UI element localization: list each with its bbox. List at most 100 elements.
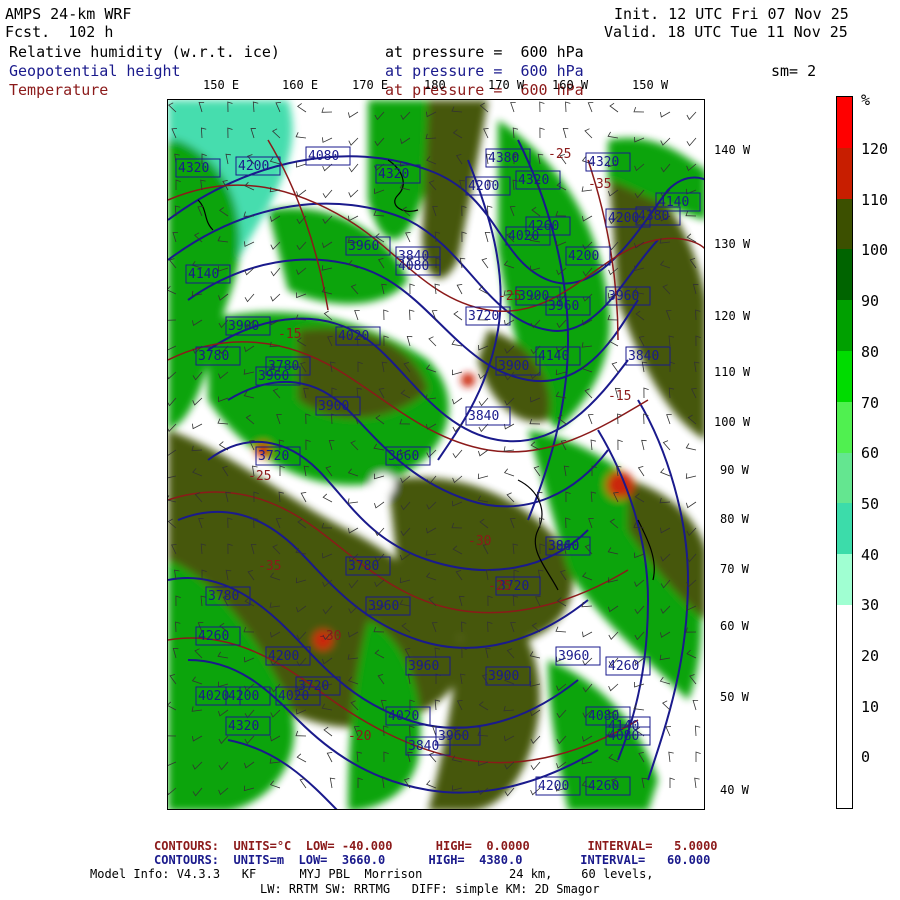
height-label: 4380 bbox=[638, 209, 669, 224]
height-label: 4200 bbox=[228, 689, 259, 704]
height-label: 3720 bbox=[258, 449, 289, 464]
height-label: 3960 bbox=[348, 239, 379, 254]
colorbar-segment bbox=[837, 706, 852, 758]
colorbar-segment bbox=[837, 147, 852, 200]
colorbar-segment bbox=[837, 350, 852, 403]
height-label: 4140 bbox=[658, 195, 689, 210]
height-label: 3900 bbox=[498, 359, 529, 374]
temperature-label: -35 bbox=[258, 559, 281, 574]
footer-height-contours: CONTOURS: UNITS=m LOW= 3660.0 HIGH= 4380… bbox=[154, 853, 711, 867]
height-label: 3960 bbox=[548, 299, 579, 314]
colorbar bbox=[836, 96, 853, 809]
height-label: 4320 bbox=[178, 161, 209, 176]
latitude-label: 120 W bbox=[714, 309, 751, 323]
longitude-label: 170 E bbox=[352, 78, 389, 92]
colorbar-tick-label: 110 bbox=[861, 190, 889, 209]
colorbar-segment bbox=[837, 401, 852, 453]
latitude-label: 80 W bbox=[720, 512, 749, 526]
longitude-label: 160 W bbox=[552, 78, 589, 92]
latitude-label: 70 W bbox=[720, 562, 749, 576]
height-label: 3840 bbox=[628, 349, 659, 364]
colorbar-segment bbox=[837, 757, 852, 809]
latitude-label: 100 W bbox=[714, 415, 751, 429]
height-label: 3720 bbox=[468, 309, 499, 324]
smoothing-label: sm= 2 bbox=[771, 62, 817, 80]
height-label: 4260 bbox=[588, 779, 619, 794]
height-label: 3960 bbox=[608, 289, 639, 304]
valid-time: Valid. 18 UTC Tue 11 Nov 25 bbox=[604, 23, 848, 41]
colorbar-segment bbox=[837, 97, 852, 149]
footer-temp-contours: CONTOURS: UNITS=°C LOW= -40.000 HIGH= 0.… bbox=[154, 839, 718, 853]
weather-map: 4320 4200 4080 4320 4200 4320 4380 4320 4200 4140… bbox=[167, 99, 705, 810]
footer-model-info: Model Info: V4.3.3 KF MYJ PBL Morrison 2… bbox=[90, 867, 654, 881]
height-label: 3960 bbox=[548, 539, 579, 554]
height-label: 4320 bbox=[228, 719, 259, 734]
height-label: 3840 bbox=[408, 739, 439, 754]
colorbar-tick-label: 40 bbox=[861, 545, 880, 564]
colorbar-tick-label: 50 bbox=[861, 494, 880, 513]
colorbar-segment bbox=[837, 604, 852, 657]
height-label: 4260 bbox=[608, 659, 639, 674]
colorbar-tick-label: 120 bbox=[861, 140, 889, 158]
field-rh-level: at pressure = 600 hPa bbox=[385, 43, 584, 61]
height-label: 4200 bbox=[568, 249, 599, 264]
field-temp-name: Temperature bbox=[9, 81, 109, 99]
height-label: 3960 bbox=[408, 659, 439, 674]
height-label: 4080 bbox=[608, 729, 639, 744]
height-label: 3960 bbox=[258, 369, 289, 384]
field-height-name: Geopotential height bbox=[9, 62, 181, 80]
colorbar-tick-label: 60 bbox=[861, 444, 880, 463]
temperature-label: -20 bbox=[348, 729, 371, 744]
latitude-label: 60 W bbox=[720, 619, 749, 633]
field-rh-name: Relative humidity (w.r.t. ice) bbox=[9, 43, 280, 61]
longitude-label: 160 E bbox=[282, 78, 319, 92]
colorbar-tick-label: 100 bbox=[861, 241, 889, 260]
height-label: 3840 bbox=[398, 249, 429, 264]
latitude-label: 50 W bbox=[720, 690, 749, 704]
temperature-label: -15 bbox=[278, 327, 301, 342]
colorbar-segment bbox=[837, 554, 852, 606]
colorbar-tick-label: 30 bbox=[861, 596, 880, 615]
height-label: 4200 bbox=[538, 779, 569, 794]
colorbar-segment bbox=[837, 198, 852, 250]
colorbar-tick-label: 10 bbox=[861, 697, 880, 716]
longitude-label: 150 W bbox=[632, 78, 669, 92]
latitude-label: 40 W bbox=[720, 783, 749, 797]
height-label: 3900 bbox=[518, 289, 549, 304]
temperature-label: -25 bbox=[488, 579, 511, 594]
longitude-label: 180 bbox=[424, 78, 446, 92]
height-label: 3900 bbox=[228, 319, 259, 334]
height-label: 4320 bbox=[518, 173, 549, 188]
longitude-label: 150 E bbox=[203, 78, 240, 92]
temperature-label: -25 bbox=[498, 289, 521, 304]
colorbar-tick-label: 90 bbox=[861, 292, 880, 311]
height-label: 3780 bbox=[198, 349, 229, 364]
height-label: 4200 bbox=[468, 179, 499, 194]
height-label: 3660 bbox=[388, 449, 419, 464]
forecast-hour: Fcst. 102 h bbox=[5, 23, 114, 41]
latitude-label: 130 W bbox=[714, 237, 751, 251]
height-label: 4140 bbox=[188, 267, 219, 282]
colorbar-unit: % bbox=[861, 91, 871, 109]
height-label: 4020 bbox=[338, 329, 369, 344]
colorbar-segment bbox=[837, 503, 852, 555]
latitude-label: 90 W bbox=[720, 463, 749, 477]
longitude-label: 170 W bbox=[488, 78, 525, 92]
init-time: Init. 12 UTC Fri 07 Nov 25 bbox=[614, 5, 849, 23]
height-label: 3840 bbox=[468, 409, 499, 424]
height-label: 4320 bbox=[378, 167, 409, 182]
colorbar-segment bbox=[837, 300, 852, 352]
colorbar-segment bbox=[837, 655, 852, 707]
height-label: 4200 bbox=[268, 649, 299, 664]
height-label: 4380 bbox=[488, 151, 519, 166]
height-label: 4020 bbox=[198, 689, 229, 704]
height-label: 4200 bbox=[608, 211, 639, 226]
height-label: 3900 bbox=[488, 669, 519, 684]
colorbar-segment bbox=[837, 452, 852, 504]
temperature-label: -15 bbox=[608, 389, 631, 404]
height-label: 4020 bbox=[388, 709, 419, 724]
height-label: 3780 bbox=[348, 559, 379, 574]
height-label: 4080 bbox=[308, 149, 339, 164]
colorbar-tick-label: 80 bbox=[861, 342, 880, 361]
height-label: 4260 bbox=[198, 629, 229, 644]
